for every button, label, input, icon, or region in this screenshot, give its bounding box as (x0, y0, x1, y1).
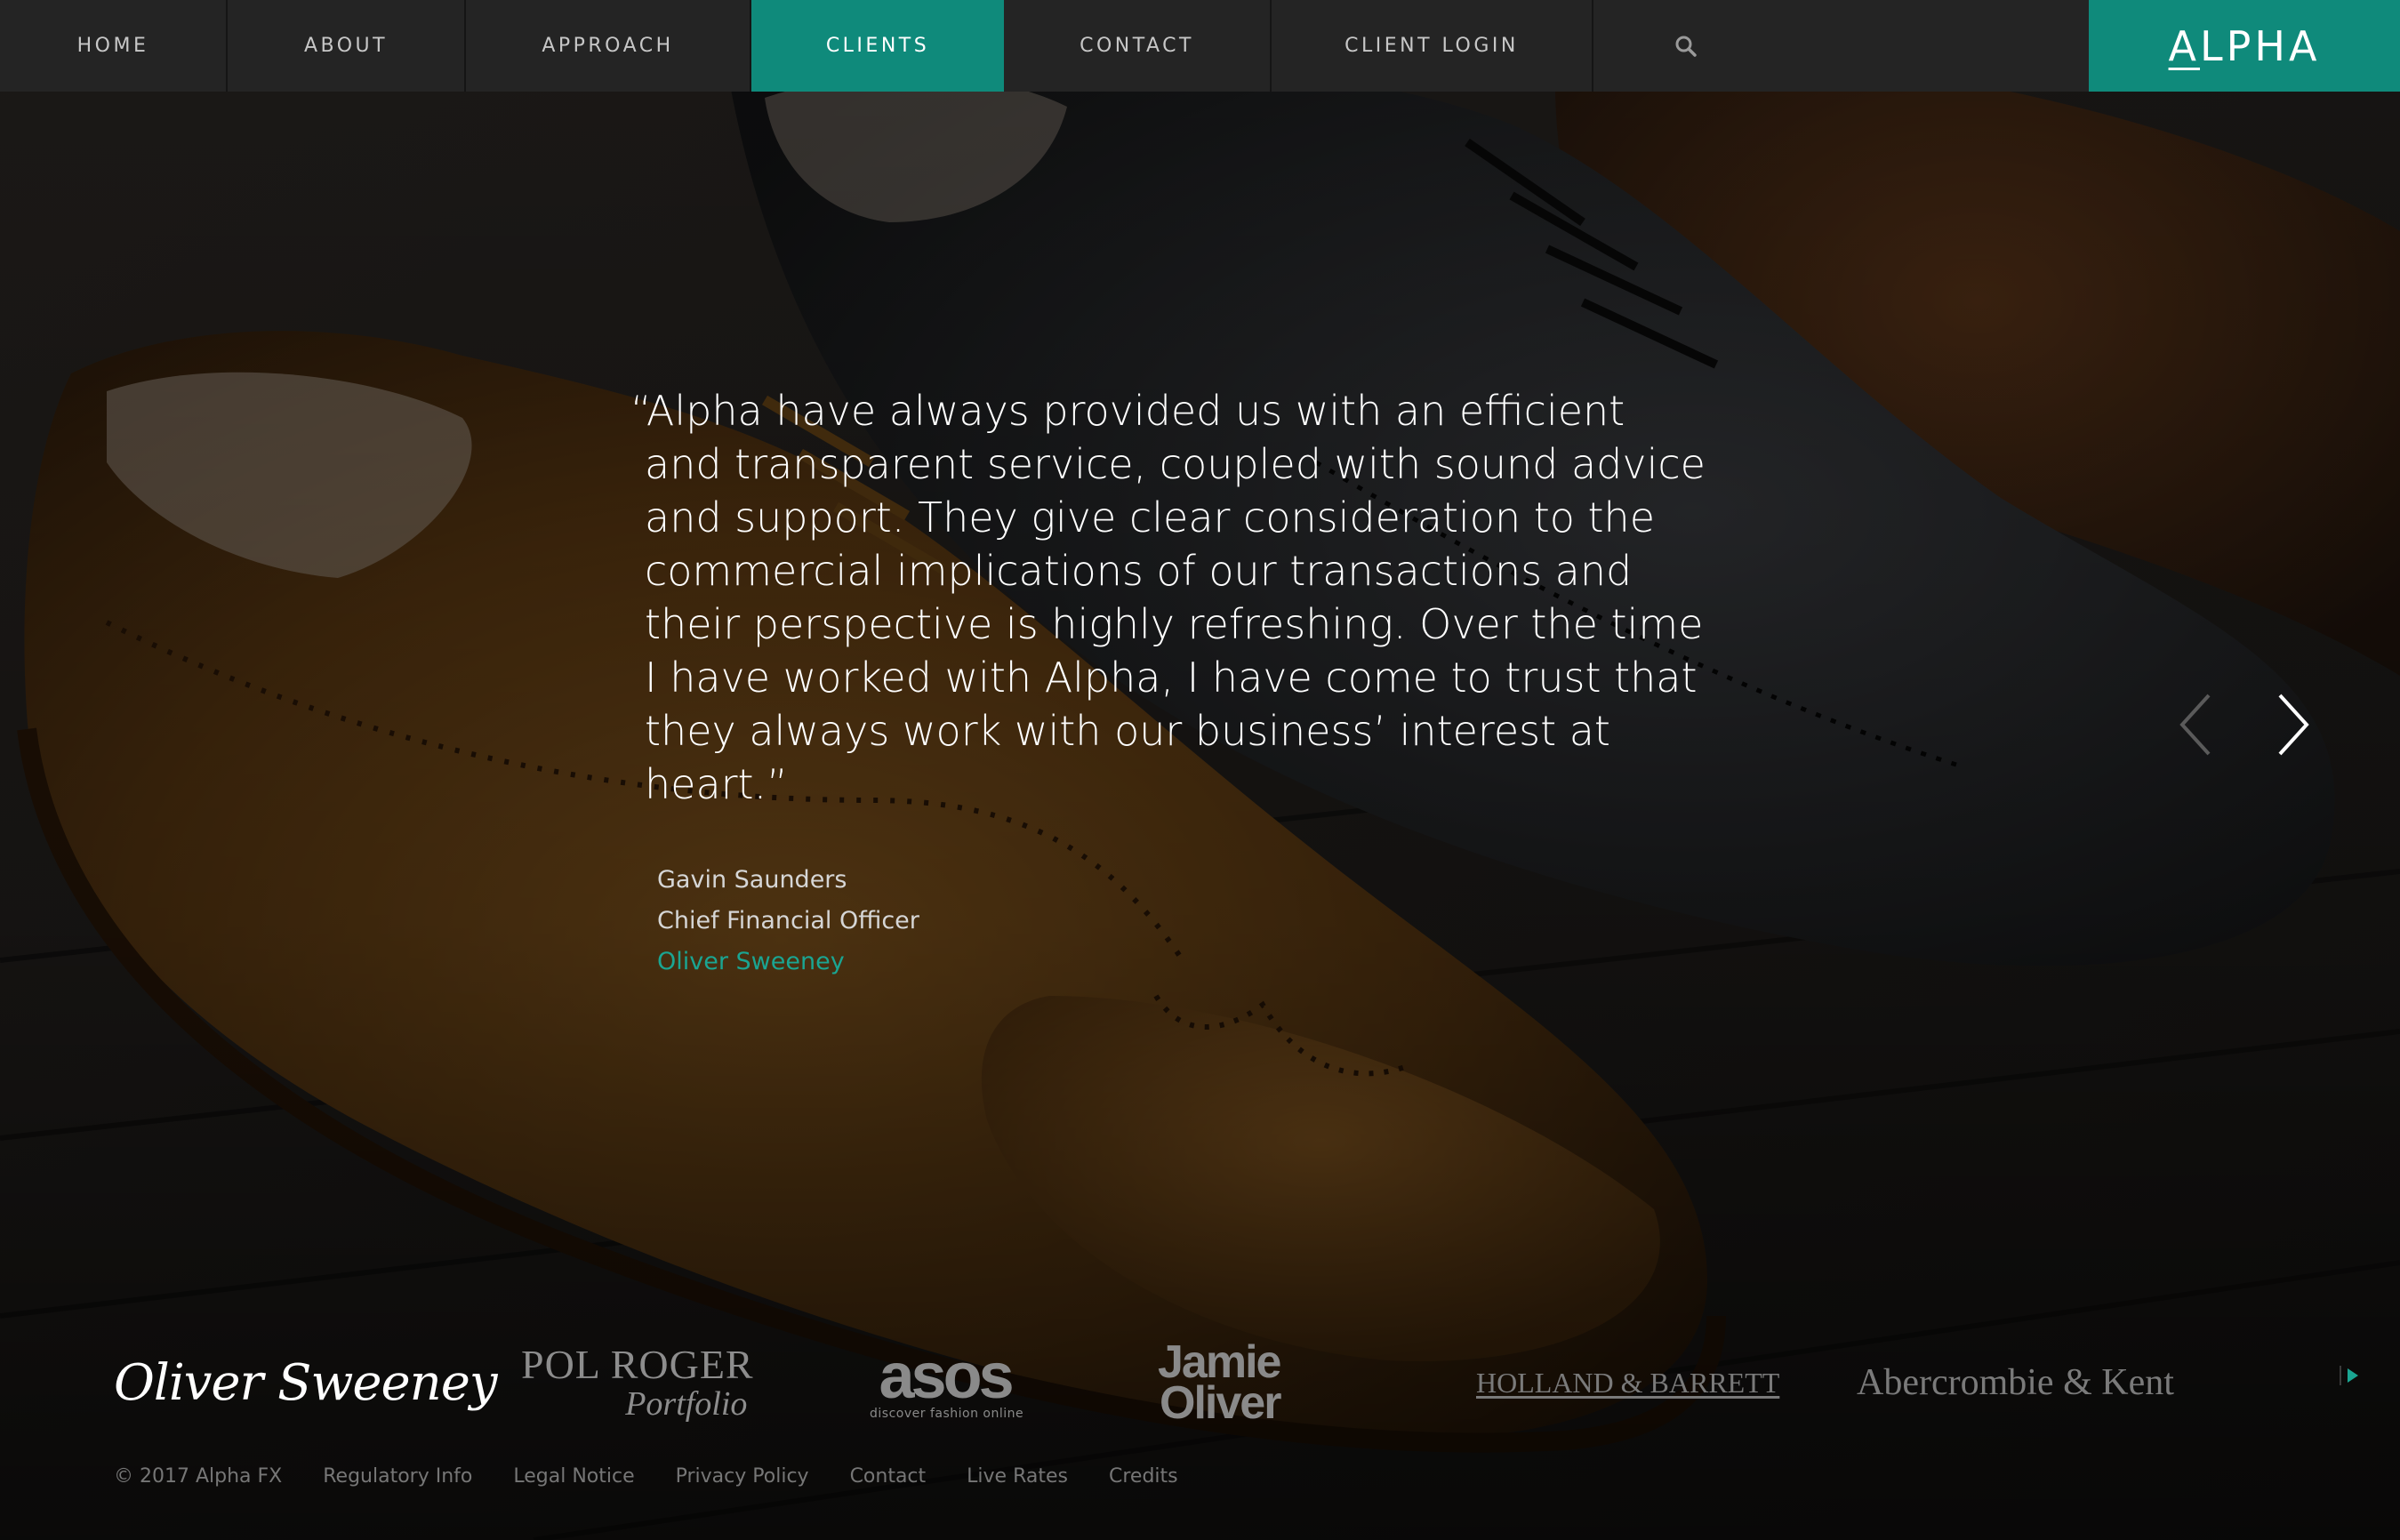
logo-abercrombie-kent[interactable]: Abercrombie & Kent (1857, 1325, 2174, 1440)
nav-item-contact[interactable]: CONTACT (1004, 0, 1272, 92)
logo-oliver-sweeney[interactable]: Oliver Sweeney (114, 1325, 497, 1440)
logo-letters-rest: LPHA (2200, 21, 2321, 70)
carousel-prev-button[interactable] (2175, 692, 2216, 758)
search-icon (1675, 36, 1697, 57)
logo-pol-roger-text: POL ROGER (521, 1342, 754, 1387)
chevron-right-icon (2278, 694, 2309, 756)
play-right-icon (2340, 1366, 2358, 1385)
testimonial-role: Chief Financial Officer (657, 907, 919, 934)
footer-copyright: © 2017 Alpha FX (114, 1465, 283, 1488)
footer-link-privacy-policy[interactable]: Privacy Policy (676, 1465, 809, 1488)
footer-link-credits[interactable]: Credits (1109, 1465, 1178, 1488)
testimonial-attribution: Gavin Saunders Chief Financial Officer O… (657, 860, 919, 983)
nav-item-client-login[interactable]: CLIENT LOGIN (1272, 0, 1593, 92)
main-navigation: HOME ABOUT APPROACH CLIENTS CONTACT CLIE… (0, 0, 2400, 92)
logos-next-button[interactable] (2333, 1362, 2365, 1389)
logo-jamie-oliver[interactable]: Jamie Oliver (1158, 1325, 1281, 1440)
testimonial-quote: “Alpha have always provided us with an e… (630, 387, 1706, 808)
chevron-left-icon (2179, 694, 2211, 756)
carousel-next-button[interactable] (2273, 692, 2314, 758)
client-logo-strip: Oliver Sweeney POL ROGER Portfolio asos … (0, 1325, 2400, 1440)
nav-item-approach[interactable]: APPROACH (466, 0, 751, 92)
logo-portfolio-text: Portfolio (625, 1385, 748, 1423)
footer-link-legal-notice[interactable]: Legal Notice (513, 1465, 634, 1488)
logo-asos[interactable]: asos discover fashion online (866, 1325, 1023, 1440)
footer: © 2017 Alpha FX Regulatory Info Legal No… (114, 1465, 1219, 1488)
footer-link-regulatory-info[interactable]: Regulatory Info (323, 1465, 472, 1488)
nav-item-clients[interactable]: CLIENTS (751, 0, 1004, 92)
footer-link-contact[interactable]: Contact (850, 1465, 927, 1488)
footer-link-live-rates[interactable]: Live Rates (967, 1465, 1068, 1488)
logo-pol-roger-portfolio[interactable]: POL ROGER Portfolio (521, 1325, 754, 1440)
logo-asos-tagline: discover fashion online (870, 1407, 1024, 1421)
testimonial-company-link[interactable]: Oliver Sweeney (657, 942, 919, 983)
logo-oliver-text: Oliver (1160, 1377, 1281, 1429)
alpha-logo[interactable]: A LPHA (2089, 0, 2400, 92)
logo-letter-a: A (2168, 21, 2201, 70)
nav-item-about[interactable]: ABOUT (228, 0, 466, 92)
logo-asos-text: asos (879, 1341, 1015, 1412)
logo-holland-barrett[interactable]: HOLLAND & BARRETT (1476, 1325, 1779, 1440)
nav-item-home[interactable]: HOME (0, 0, 228, 92)
search-button[interactable] (1593, 0, 1778, 92)
testimonial-name: Gavin Saunders (657, 866, 847, 894)
